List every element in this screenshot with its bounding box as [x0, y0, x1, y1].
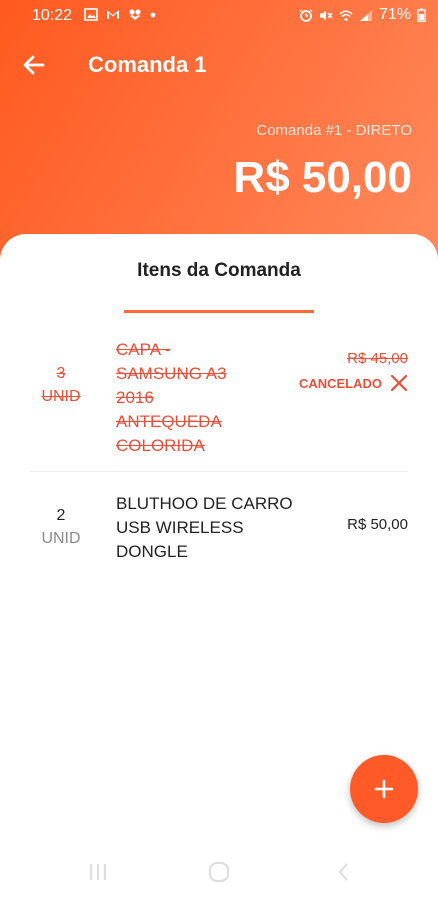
item-name-line: 2016: [116, 388, 154, 407]
image-icon: [84, 8, 98, 21]
item-name-line: BLUTHOO DE CARRO: [116, 494, 293, 513]
cancelled-status: CANCELADO: [299, 374, 408, 392]
item-quantity: 2 UNID: [30, 504, 92, 550]
item-price: R$ 45,00: [347, 350, 408, 367]
item-quantity: 3 UNID: [30, 362, 92, 408]
item-price: R$ 50,00: [347, 516, 408, 533]
dot-icon: [150, 12, 156, 17]
item-name-line: COLORIDA: [116, 436, 205, 455]
arrow-left-icon: [23, 55, 45, 75]
recent-apps-icon[interactable]: [86, 860, 110, 884]
signal-icon: [359, 9, 372, 21]
flower-icon: [129, 9, 141, 20]
quantity-unit: UNID: [41, 388, 81, 405]
wifi-icon: [339, 10, 353, 21]
app-bar: Comanda 1: [0, 40, 438, 90]
order-subtitle: Comanda #1 - DIRETO: [256, 122, 412, 139]
page-title: Comanda 1: [88, 52, 207, 77]
add-item-button[interactable]: [350, 755, 418, 823]
order-total: R$ 50,00: [233, 153, 412, 202]
status-time: 10:22: [32, 7, 73, 24]
section-title: Itens da Comanda: [137, 260, 301, 281]
battery-percent: 71%: [378, 6, 411, 23]
item-name-line: ANTEQUEDA: [116, 412, 222, 431]
battery-icon: [417, 8, 426, 22]
item-name-line: DONGLE: [116, 542, 188, 561]
cancelled-label: CANCELADO: [298, 375, 382, 391]
close-icon: [390, 374, 408, 392]
item-name: BLUTHOO DE CARRO USB WIRELESS DONGLE: [116, 492, 316, 564]
alarm-icon: [299, 8, 313, 22]
section-title-underline: [124, 310, 314, 313]
gmail-icon: [107, 10, 119, 19]
quantity-unit: UNID: [41, 530, 81, 547]
item-name-line: SAMSUNG A3: [116, 364, 227, 383]
item-name-line: USB WIRELESS: [116, 518, 244, 537]
list-item[interactable]: 3 UNID CAPA - SAMSUNG A3 2016 ANTEQUEDA …: [30, 336, 408, 472]
list-item[interactable]: 2 UNID BLUTHOO DE CARRO USB WIRELESS DON…: [30, 492, 408, 572]
item-name-line: CAPA -: [116, 340, 171, 359]
back-button[interactable]: [18, 50, 50, 80]
plus-icon: [374, 779, 394, 799]
system-nav-bar: [0, 850, 438, 894]
item-name: CAPA - SAMSUNG A3 2016 ANTEQUEDA COLORID…: [116, 338, 316, 458]
back-icon[interactable]: [332, 860, 356, 884]
mute-icon: [319, 10, 333, 20]
home-icon[interactable]: [207, 860, 231, 884]
quantity-value: 3: [56, 365, 66, 382]
quantity-value: 2: [56, 507, 66, 524]
status-bar: 10:22 71%: [0, 0, 438, 32]
